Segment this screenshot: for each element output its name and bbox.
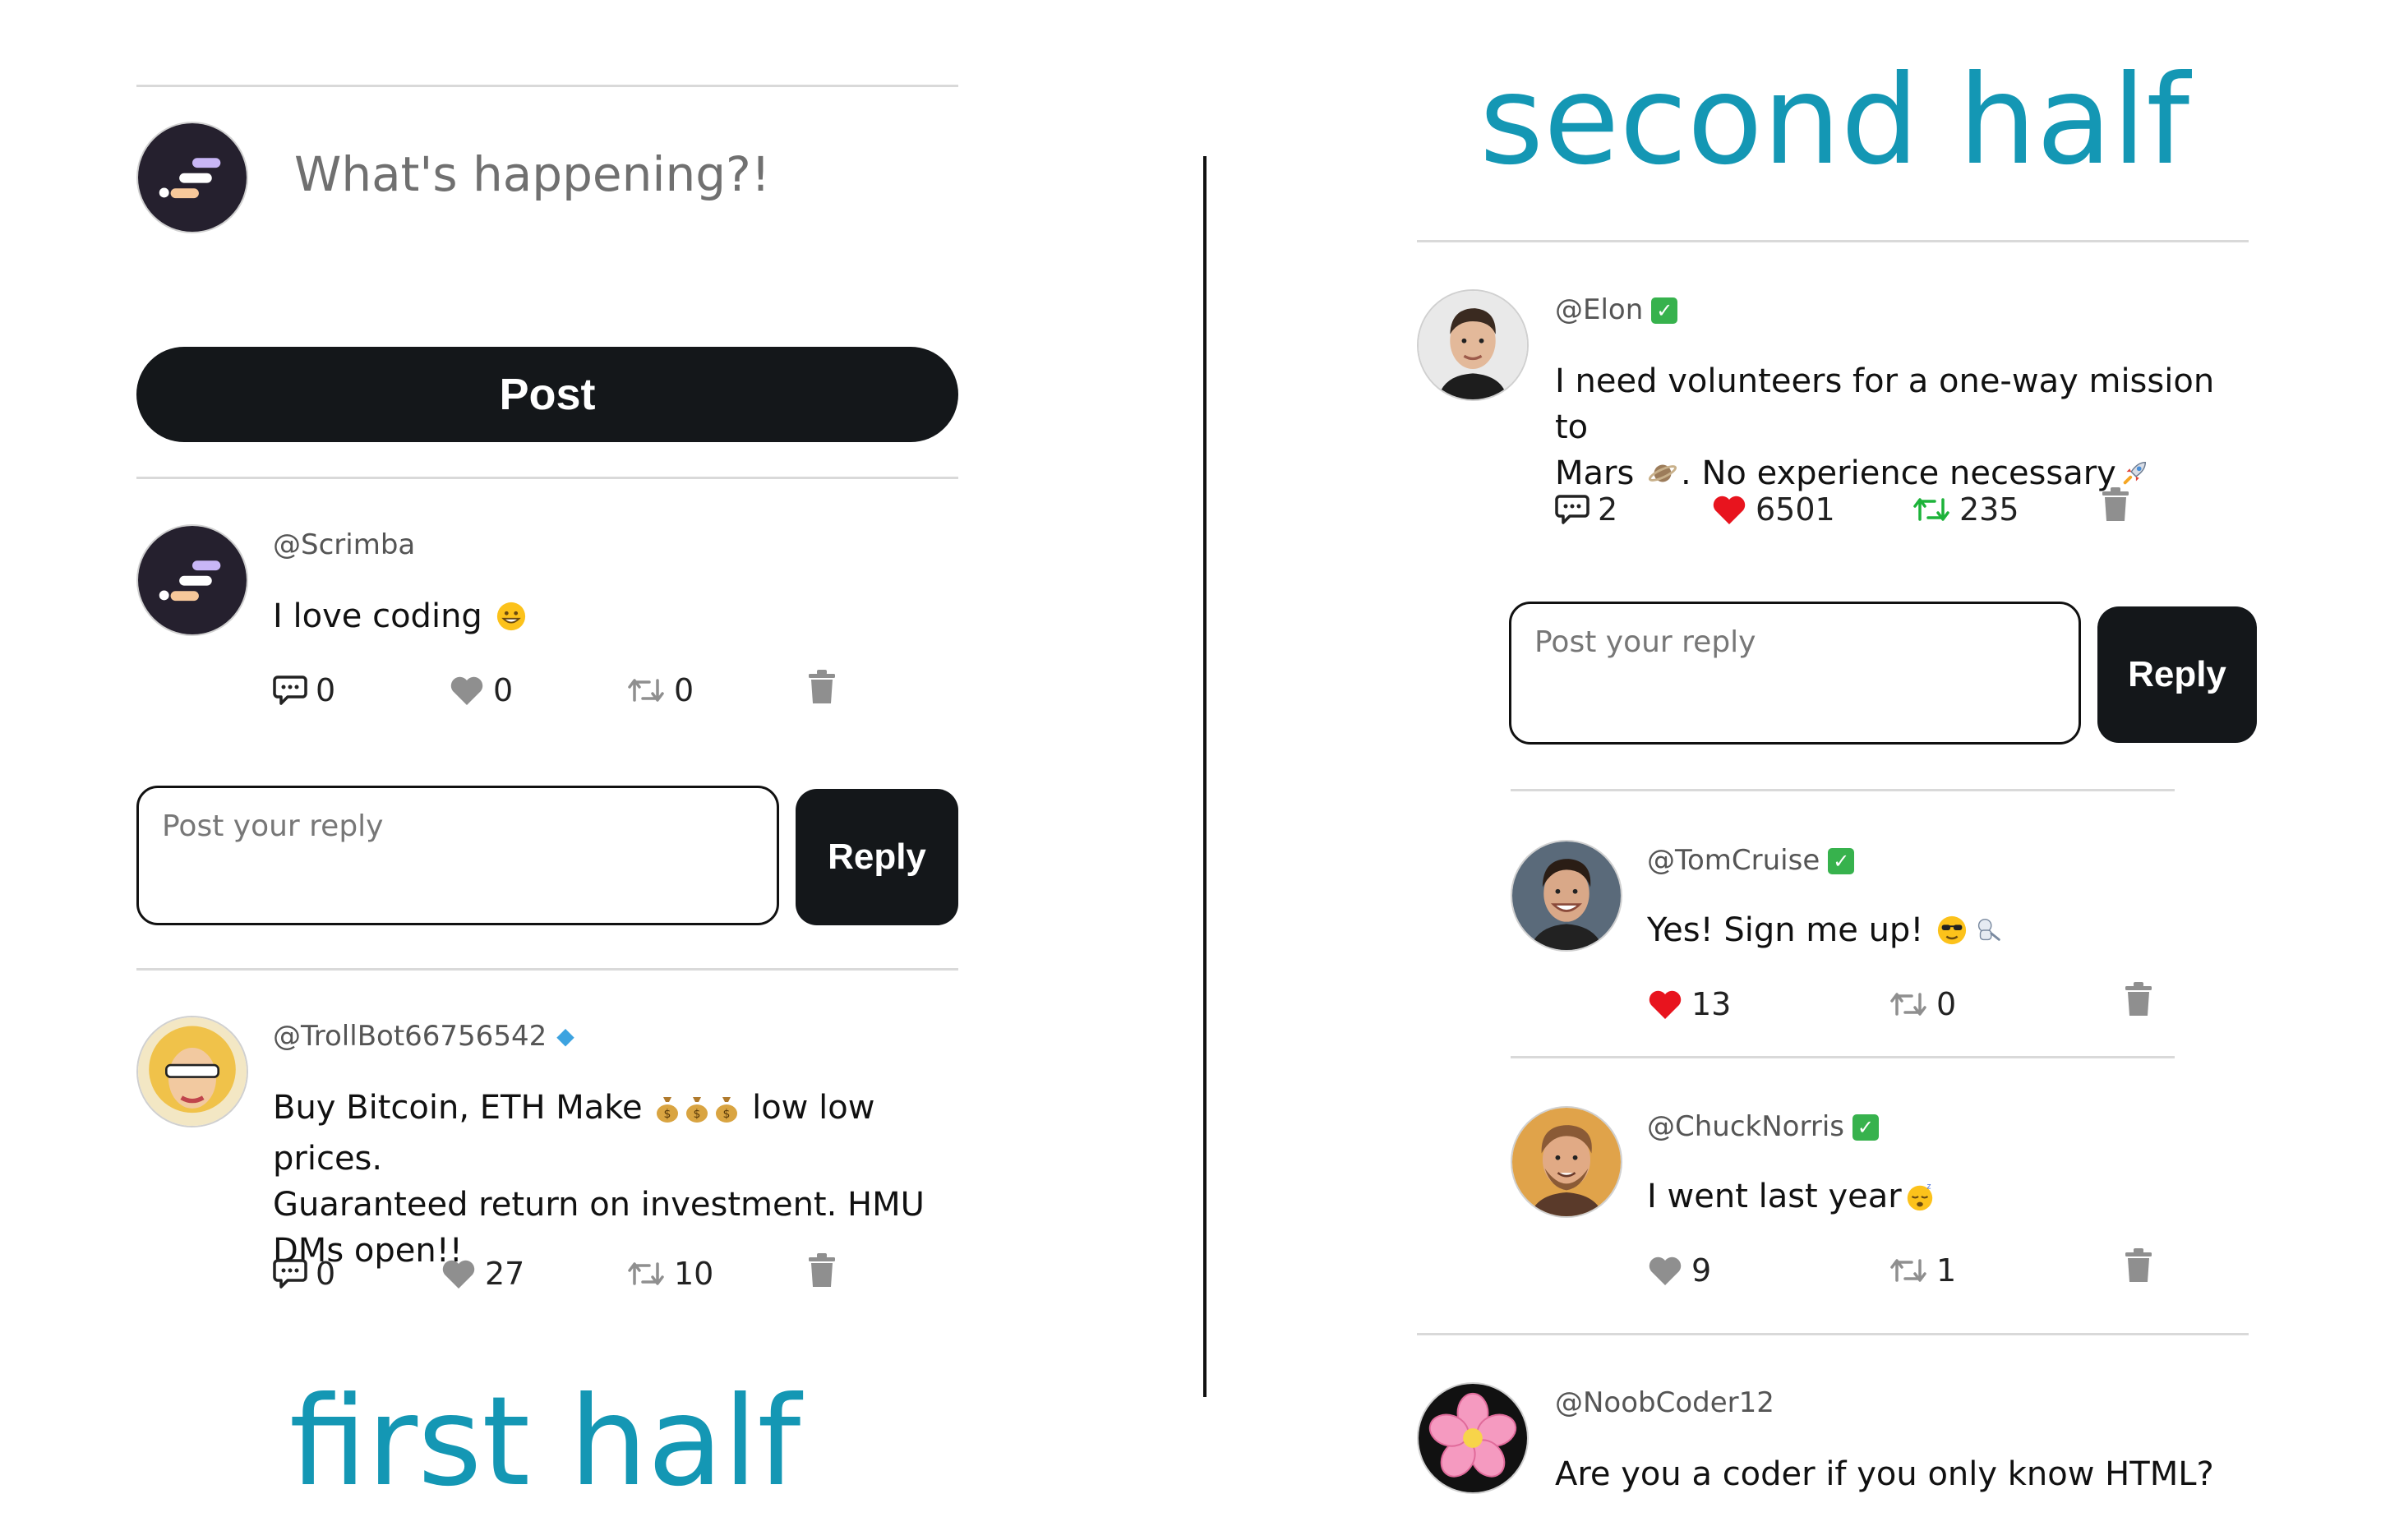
- comment-button[interactable]: 0: [273, 672, 335, 708]
- comment-button[interactable]: 2: [1555, 491, 1617, 528]
- tomcruise-avatar-icon: [1512, 841, 1621, 950]
- like-button[interactable]: 27: [441, 1256, 524, 1292]
- trash-icon: [2124, 981, 2153, 1017]
- diamond-icon: ◆: [556, 1022, 574, 1049]
- heart-icon: [1647, 988, 1683, 1021]
- scrimba-logo-icon: [138, 526, 247, 634]
- divider: [1417, 1333, 2249, 1335]
- tweet-handle[interactable]: @TrollBot66756542 ◆: [273, 1020, 574, 1053]
- verified-icon: ✓: [1852, 1114, 1879, 1141]
- center-divider: [1203, 156, 1207, 1397]
- avatar: [136, 1016, 248, 1127]
- reply-input[interactable]: [1509, 602, 2081, 745]
- caption-first-half: first half: [289, 1371, 801, 1514]
- reply-text: I went last year z: [1647, 1173, 1938, 1224]
- like-button[interactable]: 13: [1647, 986, 1731, 1022]
- reply-textarea[interactable]: [139, 788, 777, 923]
- delete-button[interactable]: [807, 1252, 845, 1289]
- delete-button[interactable]: [2101, 486, 2139, 523]
- comment-icon: [1555, 493, 1589, 526]
- divider: [136, 968, 958, 971]
- avatar: [1417, 289, 1529, 401]
- tweet-handle[interactable]: @Scrimba: [273, 528, 415, 561]
- retweet-button[interactable]: 0: [1889, 986, 1956, 1022]
- sleepy-emoji-icon: z: [1904, 1178, 1936, 1224]
- money-bag-icon: $: [655, 1090, 680, 1136]
- retweet-icon: [1889, 1256, 1928, 1285]
- tweet-text: I love coding: [273, 593, 529, 644]
- elon-avatar-icon: [1419, 291, 1527, 399]
- delete-button[interactable]: [2124, 1247, 2162, 1284]
- reply-handle[interactable]: @ChuckNorris ✓: [1647, 1110, 1879, 1143]
- trash-icon: [807, 669, 837, 705]
- svg-text:z: z: [1926, 1183, 1931, 1192]
- retweet-icon: [626, 1259, 666, 1289]
- verified-icon: ✓: [1828, 848, 1855, 874]
- like-button[interactable]: 6501: [1711, 491, 1835, 528]
- money-bag-icon: $: [685, 1090, 709, 1136]
- avatar: [136, 524, 248, 636]
- svg-text:$: $: [723, 1108, 731, 1121]
- heart-icon: [1647, 1254, 1683, 1287]
- comment-icon: [273, 674, 307, 707]
- reply-button[interactable]: Reply: [2097, 606, 2257, 743]
- grin-emoji-icon: [496, 598, 527, 644]
- troll-avatar-icon: [138, 1017, 247, 1126]
- planet-emoji-icon: [1647, 455, 1678, 501]
- comment-icon: [273, 1257, 307, 1290]
- like-button[interactable]: 9: [1647, 1252, 1711, 1289]
- scrimba-logo-icon: [138, 123, 247, 232]
- divider: [1511, 789, 2175, 791]
- reply-button[interactable]: Reply: [796, 789, 958, 925]
- avatar: [1417, 1382, 1529, 1494]
- like-button[interactable]: 0: [449, 672, 513, 708]
- avatar: [1511, 1106, 1622, 1218]
- trash-icon: [2101, 486, 2130, 523]
- tweet-text: Are you a coder if you only know HTML?: [1555, 1455, 2214, 1493]
- retweet-icon: [1912, 495, 1951, 524]
- heart-icon: [1711, 493, 1747, 526]
- tweet-handle[interactable]: @NoobCoder12: [1555, 1386, 1774, 1419]
- money-bag-icon: $: [714, 1090, 739, 1136]
- comment-button[interactable]: 0: [273, 1256, 335, 1292]
- divider: [136, 85, 958, 87]
- composer-input[interactable]: What's happening?!: [294, 146, 770, 202]
- flower-avatar-icon: [1419, 1384, 1527, 1492]
- divider: [1511, 1056, 2175, 1058]
- tweet-text: Buy Bitcoin, ETH Make $ $ $ low low prices…: [273, 1089, 925, 1270]
- astronaut-emoji-icon: [1972, 912, 2004, 958]
- delete-button[interactable]: [807, 669, 845, 705]
- divider: [136, 477, 958, 479]
- trash-icon: [807, 1252, 837, 1289]
- caption-second-half: second half: [1479, 49, 2190, 192]
- retweet-button[interactable]: 1: [1889, 1252, 1956, 1289]
- reply-textarea[interactable]: [1511, 604, 2079, 742]
- reply-text: Yes! Sign me up!: [1647, 907, 2006, 958]
- svg-text:$: $: [694, 1108, 701, 1121]
- reply-input[interactable]: [136, 786, 779, 925]
- retweet-button[interactable]: 0: [626, 672, 694, 708]
- trash-icon: [2124, 1247, 2153, 1284]
- tweet-text: I need volunteers for a one-way mission …: [1555, 358, 2245, 501]
- sunglasses-emoji-icon: [1936, 912, 1968, 958]
- retweet-icon: [1889, 989, 1928, 1019]
- post-button[interactable]: Post: [136, 347, 958, 442]
- retweet-button[interactable]: 235: [1912, 491, 2019, 528]
- reply-handle[interactable]: @TomCruise ✓: [1647, 844, 1855, 877]
- avatar: [1511, 840, 1622, 952]
- svg-text:$: $: [664, 1108, 671, 1121]
- chucknorris-avatar-icon: [1512, 1108, 1621, 1216]
- retweet-icon: [626, 675, 666, 705]
- retweet-button[interactable]: 10: [626, 1256, 713, 1292]
- user-avatar: [136, 122, 248, 233]
- heart-icon: [441, 1257, 477, 1290]
- verified-icon: ✓: [1651, 297, 1678, 324]
- tweet-handle[interactable]: @Elon ✓: [1555, 293, 1678, 326]
- heart-icon: [449, 674, 485, 707]
- divider: [1417, 240, 2249, 242]
- delete-button[interactable]: [2124, 981, 2162, 1017]
